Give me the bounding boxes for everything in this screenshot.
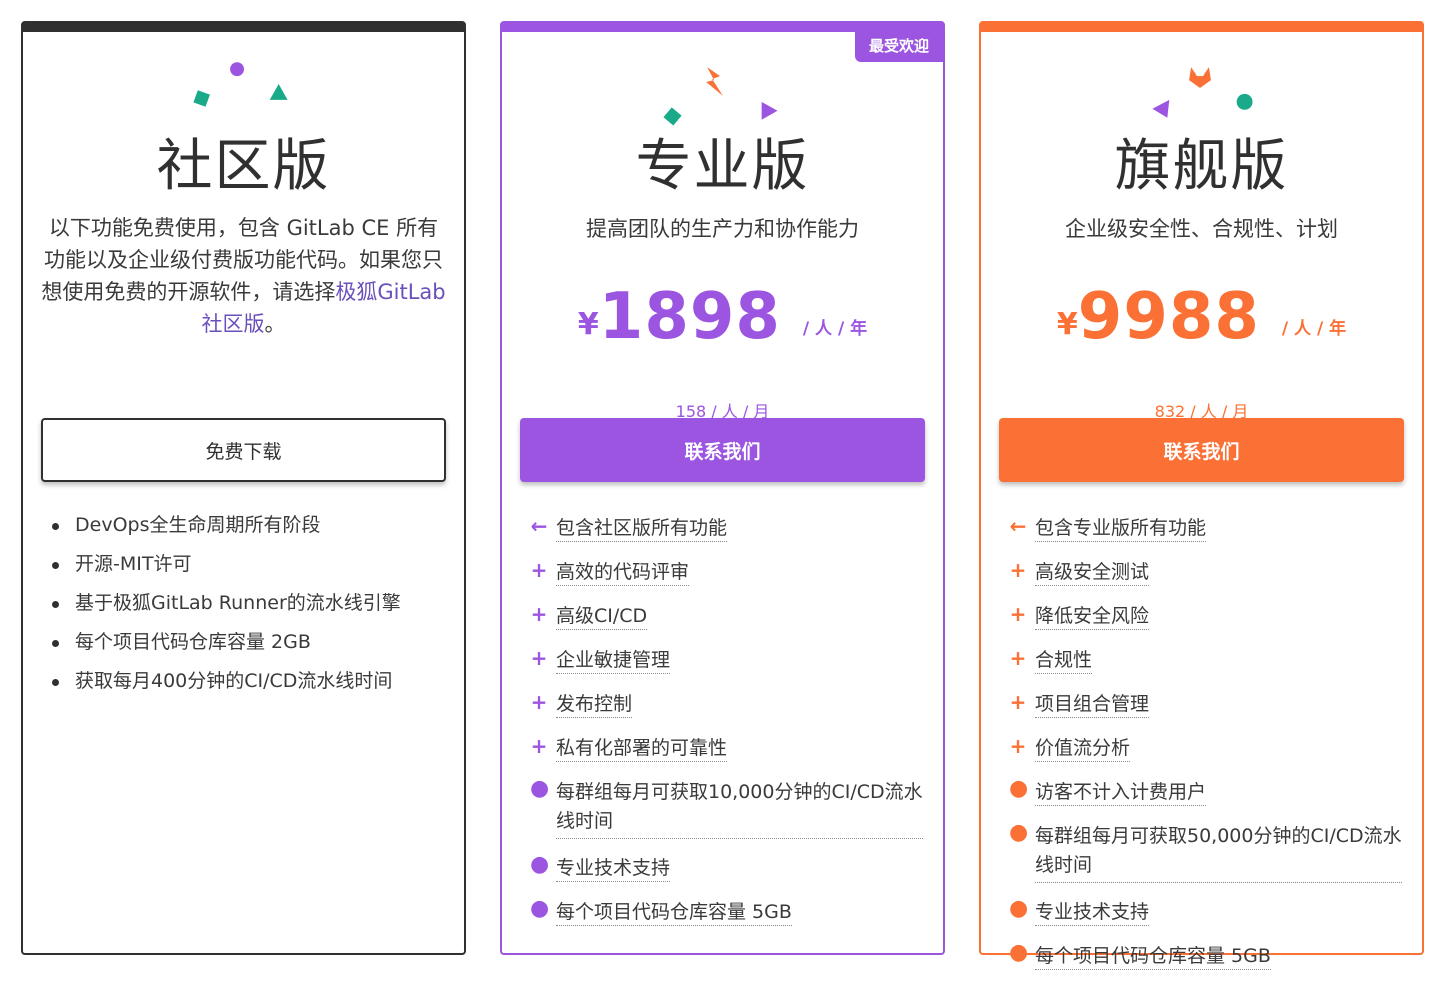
purple-triangle-icon [1152, 99, 1170, 118]
currency-symbol: ¥ [577, 307, 599, 342]
decorative-shapes-icon [193, 62, 288, 107]
purple-triangle-icon [761, 101, 778, 120]
pricing-card-ultimate: 旗舰版 企业级安全性、合规性、计划 ¥9988/ 人 / 年 832 / 人 /… [979, 21, 1424, 970]
bullet-icon: ● [1009, 896, 1029, 921]
plus-icon: + [1009, 558, 1027, 582]
price-amount: 9988 [1077, 280, 1260, 354]
feature-item: + 高级安全测试 [1009, 558, 1402, 587]
plus-icon: + [530, 646, 548, 670]
feature-item: + 价值流分析 [1009, 734, 1402, 763]
orange-bolt-icon [706, 67, 723, 96]
feature-item: + 项目组合管理 [1009, 690, 1402, 719]
arrow-left-icon: ← [530, 514, 548, 538]
teal-diamond-icon [663, 107, 682, 126]
teal-dot-icon [1236, 93, 1253, 110]
feature-list: DevOps全生命周期所有阶段 开源-MIT许可 基于极狐GitLab Runn… [51, 514, 444, 709]
arrow-left-icon: ← [1009, 514, 1027, 538]
feature-item: + 合规性 [1009, 646, 1402, 675]
teal-triangle-icon [269, 84, 288, 100]
contact-us-button[interactable]: 联系我们 [520, 418, 925, 482]
feature-item: + 高级CI/CD [530, 602, 923, 631]
plan-description: 以下功能免费使用，包含 GitLab CE 所有功能以及企业级付费版功能代码。如… [41, 216, 446, 336]
bullet-icon: ● [1009, 940, 1029, 965]
plan-title: 旗舰版 [1114, 134, 1289, 199]
plus-icon: + [530, 734, 548, 758]
price-unit: / 人 / 年 [1281, 319, 1347, 339]
price-unit: / 人 / 年 [802, 319, 868, 339]
plan-title: 社区版 [156, 134, 331, 199]
plus-icon: + [1009, 602, 1027, 626]
feature-item: ● 每群组每月可获取10,000分钟的CI/CD流水线时间 [530, 778, 923, 839]
bullet-icon: ● [530, 776, 550, 801]
contact-us-button[interactable]: 联系我们 [999, 418, 1404, 482]
feature-item: ← 包含专业版所有功能 [1009, 514, 1402, 543]
feature-item: 获取每月400分钟的CI/CD流水线时间 [51, 670, 444, 692]
feature-item: DevOps全生命周期所有阶段 [51, 514, 444, 536]
feature-item: ● 专业技术支持 [1009, 898, 1402, 927]
purple-dot-icon [230, 62, 244, 77]
price: ¥1898 / 人 / 年 [502, 280, 943, 354]
bullet-icon: ● [1009, 776, 1029, 801]
free-download-button[interactable]: 免费下载 [41, 418, 446, 482]
bullet-icon: ● [530, 852, 550, 877]
plus-icon: + [1009, 690, 1027, 714]
plus-icon: + [530, 690, 548, 714]
feature-list: ← 包含社区版所有功能 + 高效的代码评审 + 高级CI/CD + 企业敏捷管理 + 发布… [530, 514, 923, 942]
plan-tagline: 企业级安全性、合规性、计划 [1065, 217, 1338, 241]
plus-icon: + [1009, 734, 1027, 758]
feature-list: ← 包含专业版所有功能 + 高级安全测试 + 降低安全风险 + 合规性 + 项目组合管理 … [1009, 514, 1402, 986]
feature-item: + 高效的代码评审 [530, 558, 923, 587]
plan-title: 专业版 [635, 134, 810, 199]
feature-item: ● 每群组每月可获取50,000分钟的CI/CD流水线时间 [1009, 822, 1402, 883]
plus-icon: + [1009, 646, 1027, 670]
feature-item: ● 每个项目代码仓库容量 5GB [1009, 942, 1402, 971]
feature-item: 基于极狐GitLab Runner的流水线引擎 [51, 592, 444, 614]
fox-logo-icon [1189, 67, 1211, 88]
pricing-card-pro: 最受欢迎 专业版 提高团队的生产力和协作能力 ¥1898/ 人 / 年 158 … [500, 21, 945, 955]
feature-item: + 企业敏捷管理 [530, 646, 923, 675]
feature-item: + 降低安全风险 [1009, 602, 1402, 631]
feature-item: 每个项目代码仓库容量 2GB [51, 631, 444, 653]
bullet-icon: ● [1009, 820, 1029, 845]
bullet-icon: ● [530, 896, 550, 921]
feature-item: ● 专业技术支持 [530, 854, 923, 883]
plus-icon: + [530, 558, 548, 582]
feature-item: 开源-MIT许可 [51, 553, 444, 575]
plus-icon: + [530, 602, 548, 626]
currency-symbol: ¥ [1056, 307, 1078, 342]
feature-item: ← 包含社区版所有功能 [530, 514, 923, 543]
decorative-shapes-icon [1152, 67, 1253, 118]
feature-item: ● 每个项目代码仓库容量 5GB [530, 898, 923, 927]
teal-diamond-icon [193, 90, 210, 107]
feature-item: ● 访客不计入计费用户 [1009, 778, 1402, 807]
feature-item: + 私有化部署的可靠性 [530, 734, 923, 763]
price-amount: 1898 [598, 280, 781, 354]
feature-item: + 发布控制 [530, 690, 923, 719]
decorative-shapes-icon [663, 67, 778, 126]
plan-tagline: 提高团队的生产力和协作能力 [586, 217, 859, 241]
price: ¥9988 / 人 / 年 [981, 280, 1422, 354]
pricing-card-community: 社区版 以下功能免费使用，包含 GitLab CE 所有功能以及企业级付费版功能… [21, 21, 466, 955]
